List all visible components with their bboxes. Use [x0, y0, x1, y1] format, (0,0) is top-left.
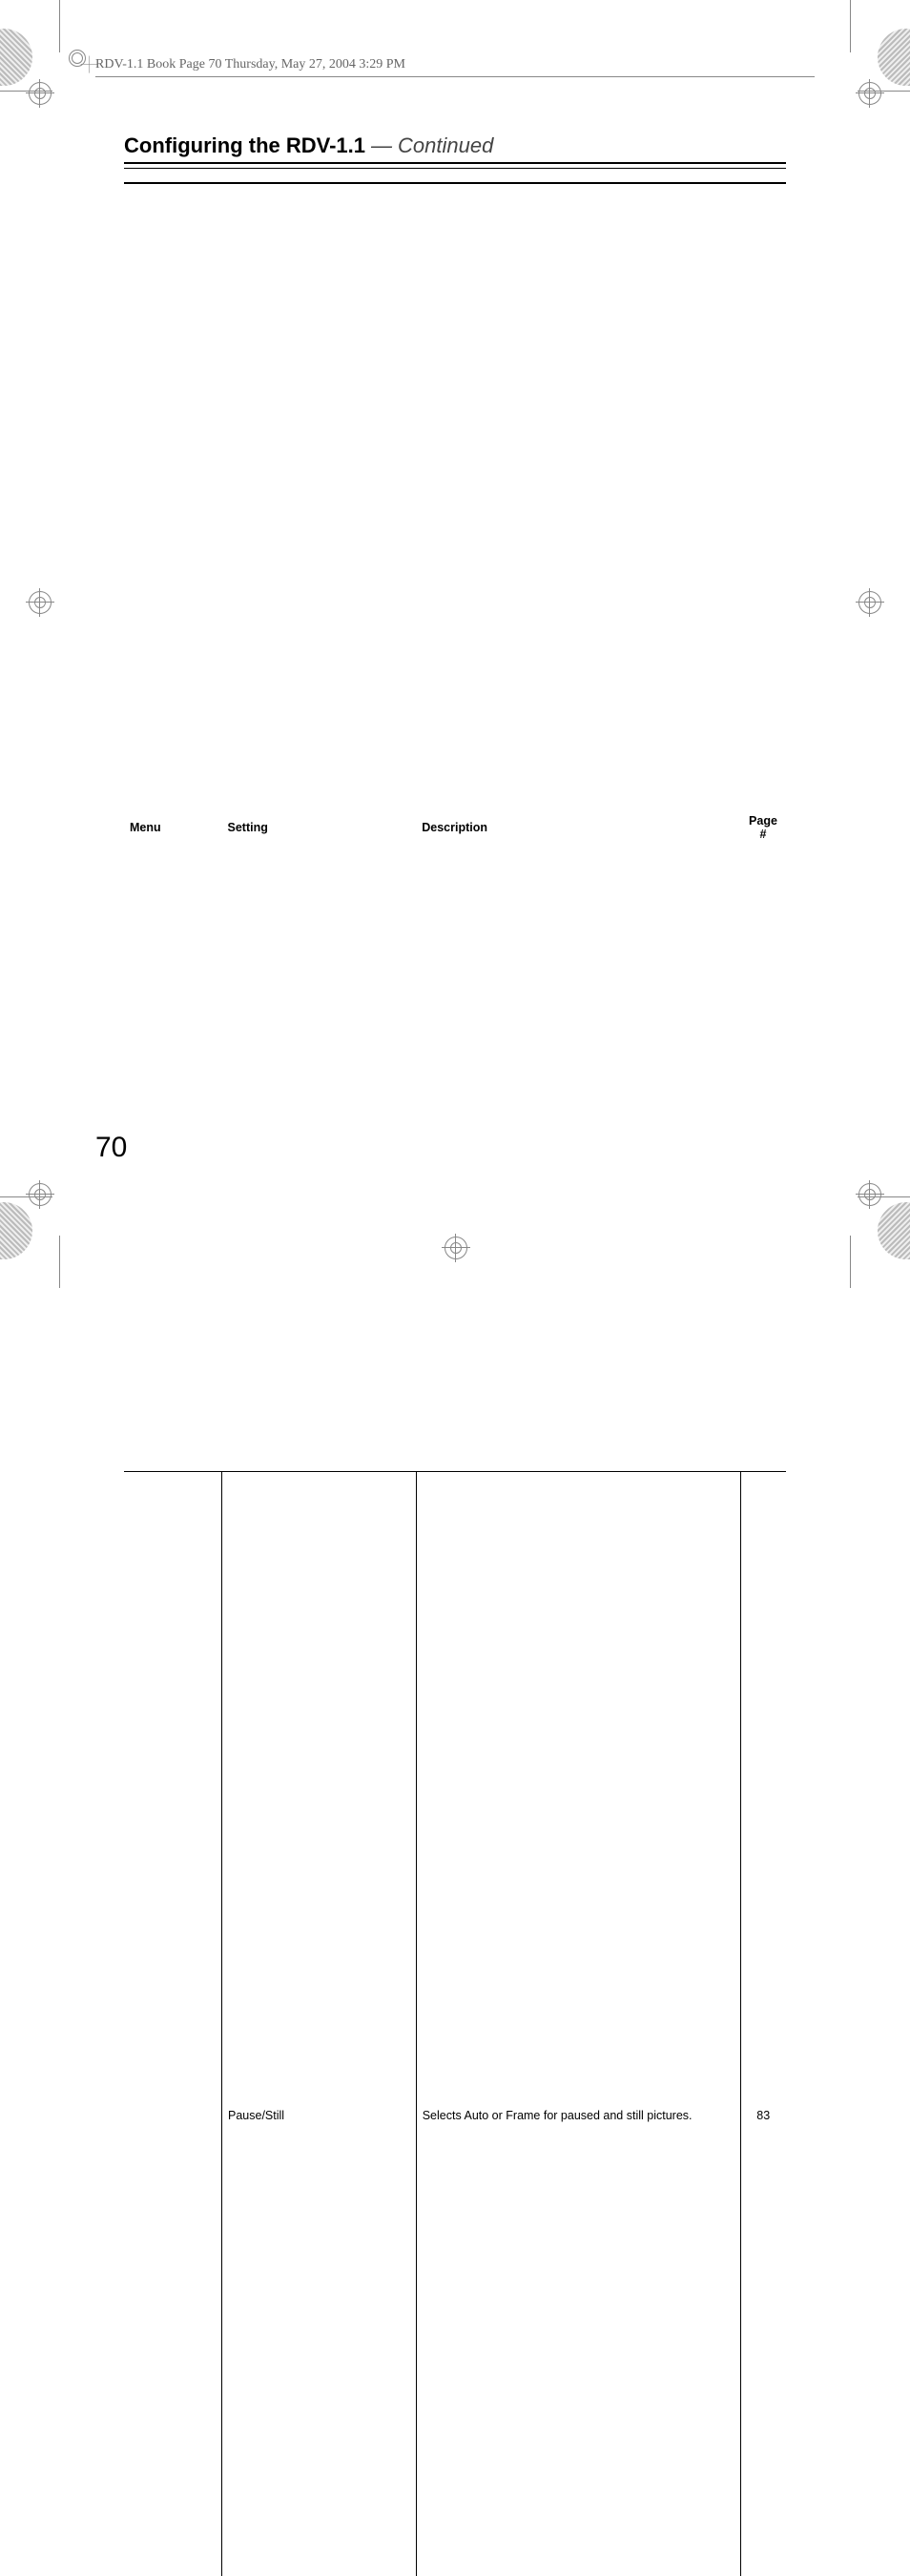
binding-texture: [878, 29, 910, 86]
col-setting: Setting: [222, 183, 417, 1471]
col-menu: Menu: [124, 183, 222, 1471]
registration-mark-icon: [29, 591, 52, 614]
setting-cell: Pause/Still: [222, 1471, 417, 2576]
binding-texture: [0, 1202, 32, 1259]
cropmark: [850, 0, 851, 52]
table-row: Operation: [124, 1471, 786, 2576]
menu-cell-operation: Operation: [124, 1471, 222, 2576]
registration-mark-icon: [29, 1183, 52, 1206]
col-description: Description: [416, 183, 740, 1471]
binding-texture: [0, 29, 32, 86]
col-page: Page #: [740, 183, 786, 1471]
registration-mark-small-icon: [69, 50, 86, 67]
settings-table: Menu Setting Description Page # Operatio…: [124, 182, 786, 2576]
title-main: Configuring the RDV-1.1: [124, 133, 365, 158]
cropmark: [850, 1236, 851, 1288]
registration-mark-icon: [858, 1183, 881, 1206]
title-dash: —: [371, 133, 392, 158]
book-header-text: RDV-1.1 Book Page 70 Thursday, May 27, 2…: [95, 57, 405, 72]
desc-cell: Selects Auto or Frame for paused and sti…: [416, 1471, 740, 2576]
cropmark: [59, 0, 60, 52]
binding-texture: [878, 1202, 910, 1259]
registration-mark-icon: [29, 82, 52, 105]
registration-mark-icon: [858, 82, 881, 105]
title-continued: Continued: [398, 133, 493, 158]
book-header: RDV-1.1 Book Page 70 Thursday, May 27, 2…: [95, 57, 815, 77]
registration-mark-icon: [858, 591, 881, 614]
title-underline: [124, 162, 786, 169]
page-cell: 83: [740, 1471, 786, 2576]
section-title: Configuring the RDV-1.1 — Continued: [124, 133, 786, 158]
cropmark: [59, 1236, 60, 1288]
page-number: 70: [95, 1132, 127, 1164]
